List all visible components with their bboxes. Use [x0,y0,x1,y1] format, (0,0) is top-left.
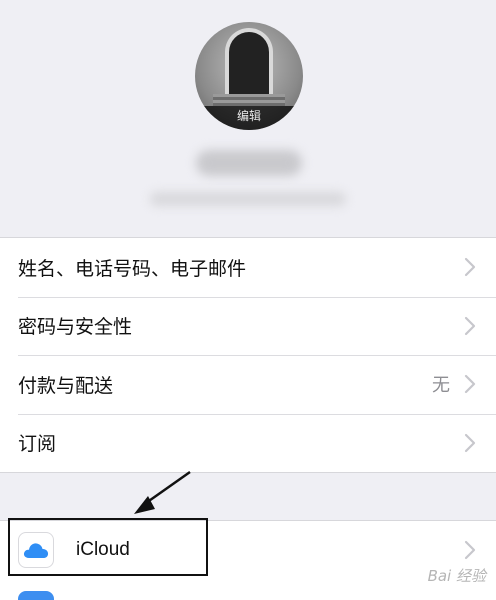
chevron-right-icon [464,374,476,394]
row-password-security[interactable]: 密码与安全性 [0,296,496,356]
chevron-right-icon [464,540,476,560]
row-name-phone-email[interactable]: 姓名、电话号码、电子邮件 [0,238,496,297]
avatar-photo-arch [225,28,273,98]
row-payment-shipping[interactable]: 付款与配送 无 [0,355,496,414]
row-subscriptions[interactable]: 订阅 [0,413,496,473]
avatar-photo-steps [213,94,285,106]
row-label: 付款与配送 [18,374,114,397]
chevron-right-icon [464,433,476,453]
watermark: Bai 经验 [427,567,486,585]
chevron-right-icon [464,316,476,336]
avatar-edit-label[interactable]: 编辑 [195,106,303,130]
account-name-blurred [196,150,302,176]
avatar[interactable]: 编辑 [195,22,303,130]
chevron-right-icon [464,257,476,277]
account-settings-group: 姓名、电话号码、电子邮件 密码与安全性 付款与配送 无 订阅 [0,237,496,473]
row-label: 姓名、电话号码、电子邮件 [18,257,247,280]
row-value: 无 [432,375,450,397]
row-label: 密码与安全性 [18,316,133,339]
row-label: 订阅 [18,433,57,456]
app-store-icon [18,591,54,600]
account-email-blurred [150,192,346,206]
annotation-highlight-box [8,518,208,576]
profile-header: 编辑 [0,0,496,238]
